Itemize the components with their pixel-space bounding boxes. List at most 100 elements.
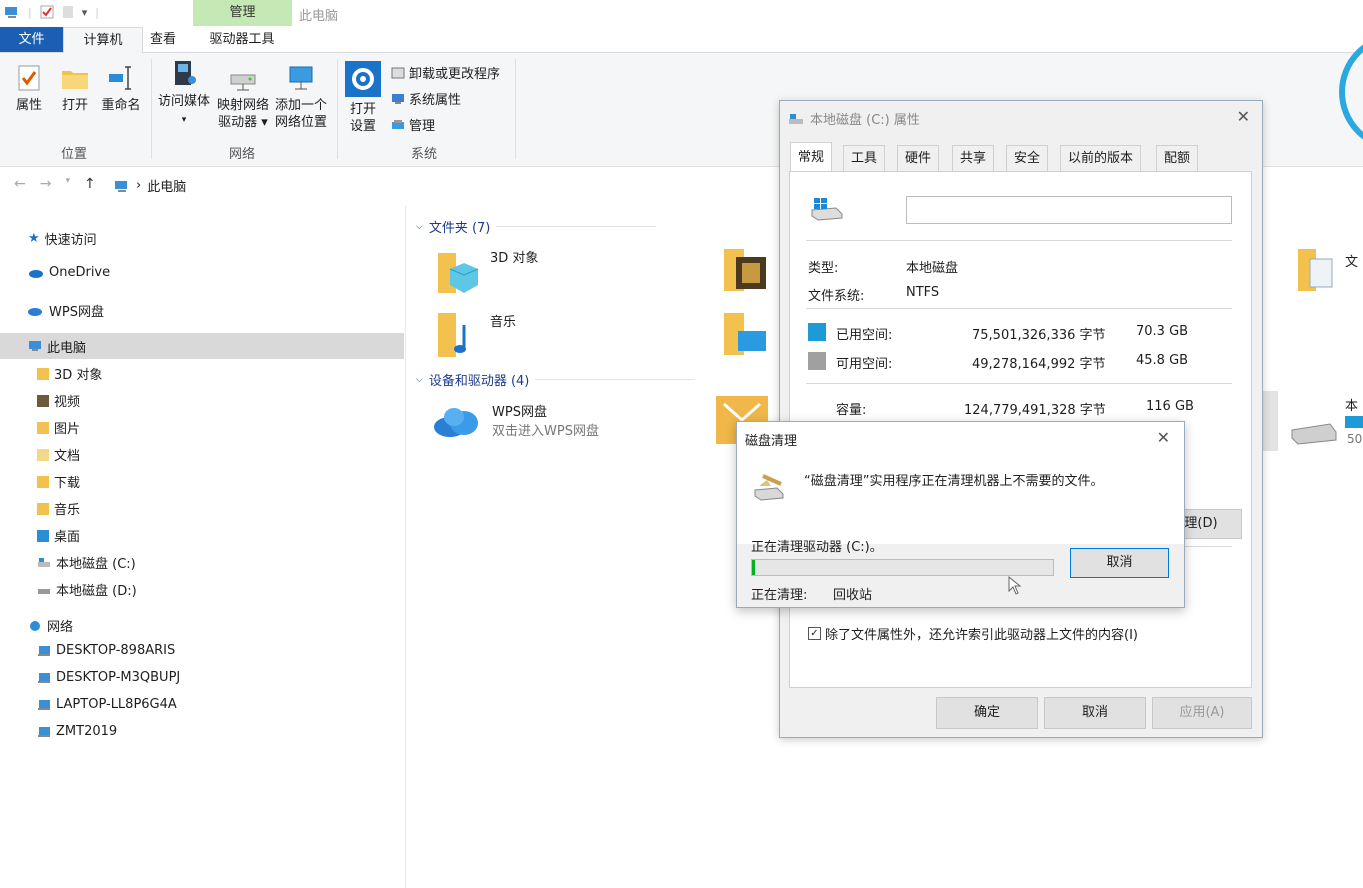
group-separator [515, 59, 516, 159]
free-space-bytes: 49,278,164,992 字节 [972, 357, 1106, 372]
section-folders[interactable]: ⌵ 文件夹 (7) [416, 217, 657, 236]
rename-button[interactable]: 重命名 [99, 63, 143, 114]
dialog-title-text: 本地磁盘 (C:) 属性 [810, 113, 920, 128]
capacity-label: 容量: [836, 403, 867, 418]
nav-drive-d[interactable]: 本地磁盘 (D:) [37, 580, 137, 599]
rename-label: 重命名 [101, 98, 141, 113]
tab-computer[interactable]: 计算机 [63, 27, 143, 53]
chevron-down-icon: ⌵ [416, 221, 423, 232]
nav-this-pc[interactable]: 此电脑 [0, 333, 404, 359]
map-drive-button[interactable]: 映射网络 驱动器 ▾ [214, 63, 272, 131]
nav-downloads[interactable]: 下载 [37, 472, 80, 491]
nav-music[interactable]: 音乐 [37, 499, 80, 518]
apply-button[interactable]: 应用(A) [1152, 697, 1252, 729]
properties-button[interactable]: 属性 [10, 63, 48, 114]
uninstall-programs-button[interactable]: 卸载或更改程序 [391, 63, 500, 82]
drive-d-icon[interactable] [1290, 420, 1338, 446]
tab-tools[interactable]: 工具 [843, 145, 886, 172]
tab-hardware[interactable]: 硬件 [897, 145, 940, 172]
cleanup-progress-bar [751, 559, 1054, 576]
breadcrumb[interactable]: › 此电脑 [114, 176, 186, 195]
nav-documents[interactable]: 文档 [37, 445, 80, 464]
nav-label: 下载 [54, 476, 81, 491]
nav-3d-objects[interactable]: 3D 对象 [37, 364, 102, 383]
breadcrumb-this-pc[interactable]: 此电脑 [147, 176, 186, 195]
properties-check-icon[interactable] [40, 5, 54, 19]
forward-icon[interactable]: → [40, 176, 52, 192]
close-icon[interactable]: ✕ [1237, 107, 1250, 126]
nav-arrows: ← → ▾ ↑ [14, 176, 96, 192]
nav-desktop[interactable]: 桌面 [37, 526, 80, 545]
tab-general[interactable]: 常规 [790, 142, 833, 173]
filesystem-label: 文件系统: [808, 289, 865, 304]
nav-network-pc[interactable]: LAPTOP-LL8P6G4A [37, 697, 177, 712]
index-checkbox-label: 除了文件属性外，还允许索引此驱动器上文件的内容(I) [825, 628, 1138, 643]
nav-label: DESKTOP-M3QBUPJ [56, 670, 181, 685]
folder-music[interactable]: 音乐 [436, 311, 516, 359]
nav-quick-access[interactable]: ★ 快速访问 [28, 229, 97, 248]
tab-sharing[interactable]: 共享 [952, 145, 995, 172]
open-button[interactable]: 打开 [56, 63, 94, 114]
drive-label-input[interactable] [906, 196, 1232, 224]
decorative-circle-icon [1339, 44, 1363, 140]
index-checkbox[interactable]: ✓ [808, 627, 821, 640]
contextual-tab-manage[interactable]: 管理 [193, 0, 292, 26]
add-network-location-button[interactable]: 添加一个 网络位置 [272, 63, 330, 131]
free-space-swatch [808, 352, 826, 370]
nav-wps[interactable]: WPS网盘 [26, 301, 104, 320]
computer-icon [38, 699, 50, 710]
add-location-label-1: 添加一个 [274, 98, 327, 113]
nav-videos[interactable]: 视频 [37, 391, 80, 410]
system-properties-button[interactable]: 系统属性 [391, 89, 461, 108]
close-icon[interactable]: ✕ [1157, 428, 1170, 447]
nav-pictures[interactable]: 图片 [37, 418, 80, 437]
nav-drive-c[interactable]: 本地磁盘 (C:) [37, 553, 136, 572]
desktop-folder-icon[interactable] [722, 311, 768, 357]
folder-3d-icon [37, 367, 49, 380]
nav-onedrive[interactable]: OneDrive [26, 265, 110, 280]
open-settings-button[interactable]: 打开 设置 [343, 61, 383, 135]
video-folder-icon[interactable] [722, 247, 768, 293]
recent-dropdown-icon[interactable]: ▾ [65, 176, 70, 192]
open-settings-label-2: 设置 [349, 119, 376, 134]
qat-dropdown-icon[interactable]: ▾ [82, 6, 88, 19]
access-media-button[interactable]: 访问媒体 ▾ [156, 59, 212, 129]
documents-folder-icon[interactable] [1296, 247, 1336, 293]
nav-label: 视频 [54, 395, 81, 410]
tab-quota[interactable]: 配额 [1156, 145, 1199, 172]
music-folder-icon [37, 502, 49, 515]
cleanup-cancel-button[interactable]: 取消 [1070, 548, 1169, 578]
tab-view[interactable]: 查看 [146, 27, 180, 52]
cleaning-label: 正在清理: [751, 588, 808, 603]
nav-label: 本地磁盘 (C:) [56, 557, 136, 572]
documents-folder-icon [37, 448, 49, 461]
nav-network-pc[interactable]: DESKTOP-M3QBUPJ [37, 670, 180, 685]
mouse-cursor-icon [1008, 576, 1022, 595]
device-wps-drive[interactable]: WPS网盘 双击进入WPS网盘 [430, 401, 599, 441]
computer-icon [38, 672, 50, 683]
filesystem-value: NTFS [906, 285, 940, 300]
group-system-label: 系统 [411, 147, 438, 162]
up-icon[interactable]: ↑ [84, 176, 96, 192]
tab-previous-versions[interactable]: 以前的版本 [1060, 145, 1142, 172]
section-devices[interactable]: ⌵ 设备和驱动器 (4) [416, 370, 696, 389]
nav-network[interactable]: 网络 [28, 616, 73, 635]
nav-network-pc[interactable]: DESKTOP-898ARIS [37, 643, 175, 658]
tab-security[interactable]: 安全 [1006, 145, 1049, 172]
back-icon[interactable]: ← [14, 176, 26, 192]
folder-3d-objects[interactable]: 3D 对象 [436, 247, 538, 295]
selected-drive-highlight [1262, 391, 1278, 451]
tab-drive-tools[interactable]: 驱动器工具 [198, 27, 286, 52]
blank-doc-icon[interactable] [62, 5, 74, 19]
tab-file[interactable]: 文件 [0, 27, 63, 52]
map-drive-label-1: 映射网络 [216, 98, 269, 113]
manage-button[interactable]: 管理 [391, 115, 435, 134]
computer-icon [38, 645, 50, 656]
ok-button[interactable]: 确定 [936, 697, 1038, 729]
uninstall-icon [391, 67, 405, 78]
cancel-button[interactable]: 取消 [1044, 697, 1146, 729]
nav-network-pc[interactable]: ZMT2019 [37, 724, 117, 739]
separator: | [95, 5, 99, 19]
index-option[interactable]: ✓ 除了文件属性外，还允许索引此驱动器上文件的内容(I) [808, 624, 1138, 643]
used-space-bytes: 75,501,326,336 字节 [972, 328, 1106, 343]
